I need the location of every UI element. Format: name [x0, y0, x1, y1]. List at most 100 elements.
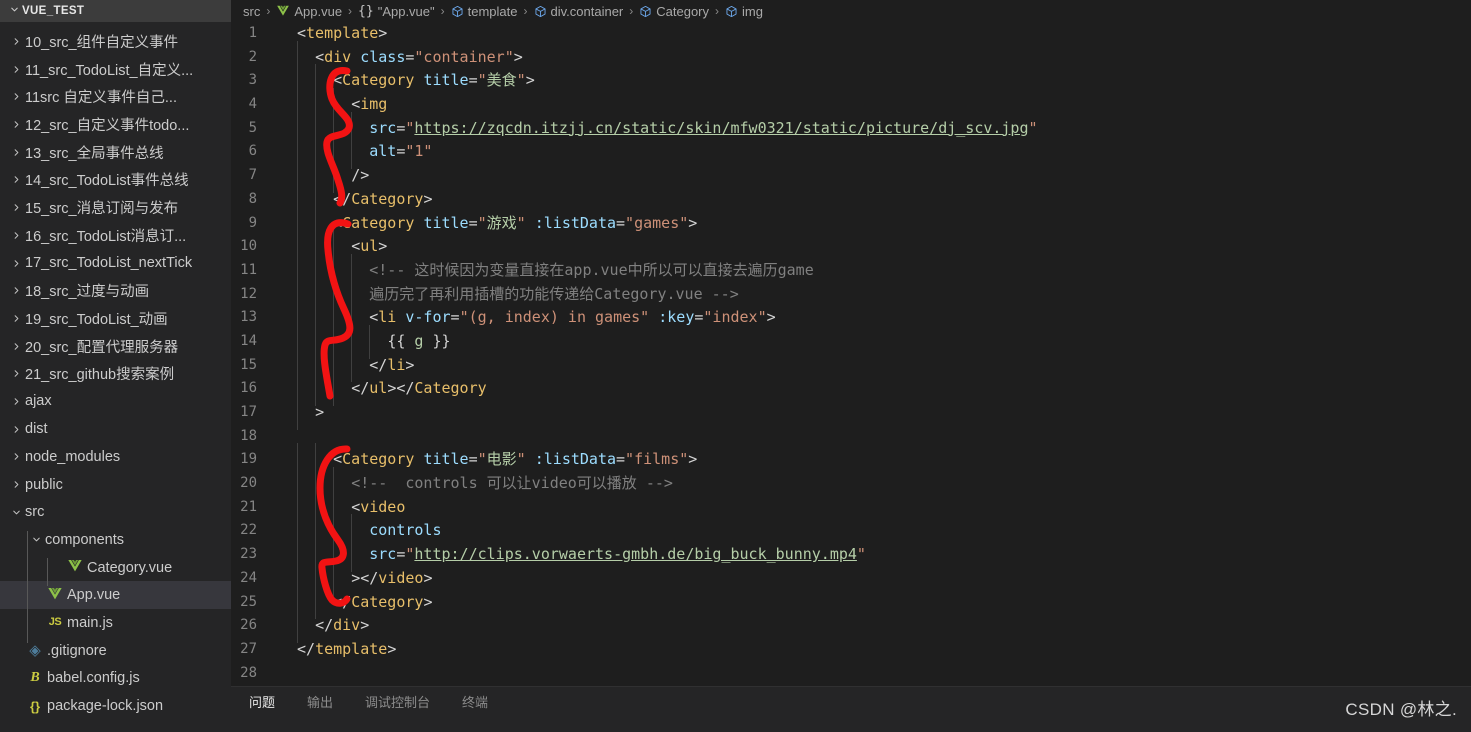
- code-line[interactable]: 10 <ul>: [231, 230, 1471, 264]
- breadcrumb-item[interactable]: App.vue: [276, 4, 342, 19]
- code-line[interactable]: 19 <Category title="电影" :listData="films…: [231, 443, 1471, 477]
- breadcrumb-label: src: [243, 3, 261, 19]
- chevron-right-icon[interactable]: [8, 285, 25, 296]
- line-number: 1: [248, 25, 257, 41]
- code-line[interactable]: 13 <li v-for="(g, index) in games" :key=…: [231, 301, 1471, 335]
- file-tree-row[interactable]: ◈ .gitignore: [0, 637, 231, 665]
- file-tree-label: babel.config.js: [47, 670, 140, 687]
- chevron-right-icon[interactable]: [8, 64, 25, 75]
- panel-tab[interactable]: 调试控制台: [363, 687, 432, 719]
- breadcrumb-item[interactable]: img: [725, 4, 763, 19]
- file-tree-row[interactable]: ajax: [0, 388, 231, 416]
- code-line[interactable]: 27 </template>: [231, 638, 1471, 662]
- code-line[interactable]: 3 <Category title="美食">: [231, 64, 1471, 98]
- file-tree-row[interactable]: Category.vue: [0, 554, 231, 582]
- file-tree-row[interactable]: 14_src_TodoList事件总线: [0, 166, 231, 194]
- file-tree-row[interactable]: 16_src_TodoList消息订...: [0, 222, 231, 250]
- code-line[interactable]: 14 {{ g }}: [231, 324, 1471, 359]
- code-line[interactable]: 23 src="http://clips.vorwaerts-gmbh.de/b…: [231, 538, 1471, 572]
- code-line[interactable]: 24 ></video>: [231, 561, 1471, 596]
- breadcrumb-item[interactable]: template: [451, 4, 518, 19]
- file-tree-row[interactable]: 11src 自定义事件自己...: [0, 83, 231, 111]
- file-tree-row[interactable]: {} package-lock.json: [0, 692, 231, 720]
- file-tree-row[interactable]: 11_src_TodoList_自定义...: [0, 55, 231, 83]
- chevron-right-icon[interactable]: [8, 368, 25, 379]
- breadcrumb-item[interactable]: Category: [639, 4, 709, 19]
- file-tree-row[interactable]: 19_src_TodoList_动画: [0, 305, 231, 333]
- code-line[interactable]: 20 <!-- controls 可以让video可以播放 -->: [231, 467, 1471, 501]
- line-number: 25: [240, 593, 257, 610]
- chevron-right-icon[interactable]: [8, 451, 25, 462]
- file-tree-row[interactable]: Bbabel.config.js: [0, 665, 231, 693]
- code-line[interactable]: 18: [231, 425, 1471, 449]
- chevron-right-icon[interactable]: [8, 396, 25, 407]
- code-line[interactable]: 4 <img: [231, 88, 1471, 122]
- code-line[interactable]: 22 controls: [231, 514, 1471, 548]
- code-line[interactable]: 2 <div class="container">: [231, 40, 1471, 75]
- line-number: 21: [240, 498, 257, 515]
- code-line[interactable]: 1 <template>: [231, 22, 1471, 46]
- file-tree-row[interactable]: public: [0, 471, 231, 499]
- code-line[interactable]: 9 <Category title="游戏" :listData="games"…: [231, 206, 1471, 240]
- breadcrumb-item[interactable]: src: [243, 4, 260, 19]
- breadcrumb-label: img: [742, 3, 763, 19]
- explorer-section-header[interactable]: VUE_TEST: [0, 0, 231, 22]
- panel-tab-list[interactable]: 问题 输出 调试控制台 终端: [231, 687, 518, 719]
- code-line[interactable]: 26 </div>: [231, 609, 1471, 643]
- file-tree-row[interactable]: dist: [0, 415, 231, 443]
- file-tree-row[interactable]: node_modules: [0, 443, 231, 471]
- chevron-right-icon[interactable]: [8, 424, 25, 435]
- file-tree-row[interactable]: 21_src_github搜索案例: [0, 360, 231, 388]
- chevron-down-icon[interactable]: [8, 507, 25, 518]
- chevron-right-icon[interactable]: [8, 202, 25, 213]
- file-tree[interactable]: 09TodoList本地存储10_src_组件自定义事件11_src_TodoL…: [0, 7, 231, 732]
- code-line[interactable]: 15 </li>: [231, 348, 1471, 382]
- chevron-right-icon[interactable]: [8, 174, 25, 185]
- breadcrumb-item[interactable]: {} "App.vue": [358, 4, 435, 19]
- code-line[interactable]: 5 src="https://zqcdn.itzjj.cn/static/ski…: [231, 111, 1471, 146]
- indent-guide: [333, 253, 351, 288]
- file-tree-row[interactable]: 18_src_过度与动画: [0, 277, 231, 305]
- file-tree-row[interactable]: src: [0, 498, 231, 526]
- code-line[interactable]: 16 </ul></Category: [231, 372, 1471, 406]
- code-line[interactable]: 28: [231, 662, 1471, 686]
- panel-tab[interactable]: 终端: [460, 687, 490, 719]
- chevron-right-icon[interactable]: [8, 36, 25, 47]
- file-tree-row[interactable]: 10_src_组件自定义事件: [0, 28, 231, 56]
- panel-tab[interactable]: 问题: [247, 687, 277, 719]
- chevron-right-icon[interactable]: [8, 91, 25, 102]
- chevron-right-icon[interactable]: [8, 258, 25, 269]
- chevron-right-icon[interactable]: [8, 479, 25, 490]
- file-tree-row[interactable]: JS main.js: [0, 609, 231, 637]
- code-editor[interactable]: 1 <template> 2 <div class="container"> 3 <C…: [231, 22, 1471, 686]
- code-line[interactable]: 6 alt="1": [231, 135, 1471, 169]
- file-tree-row[interactable]: 17_src_TodoList_nextTick: [0, 249, 231, 277]
- chevron-right-icon[interactable]: [8, 341, 25, 352]
- chevron-right-icon[interactable]: [8, 230, 25, 241]
- file-tree-row[interactable]: 15_src_消息订阅与发布: [0, 194, 231, 222]
- code-line[interactable]: 11 <!-- 这时候因为变量直接在app.vue中所以可以直接去遍历game: [231, 253, 1471, 288]
- file-tree-row[interactable]: components: [0, 526, 231, 554]
- breadcrumb[interactable]: src › App.vue › {} "App.vue" › template › div.con…: [231, 0, 1471, 22]
- code-line[interactable]: 17 >: [231, 396, 1471, 430]
- code-token: =: [468, 213, 478, 232]
- code-line-text: controls: [277, 514, 442, 548]
- file-tree-row[interactable]: 12_src_自定义事件todo...: [0, 111, 231, 139]
- file-tree-row[interactable]: 20_src_配置代理服务器: [0, 332, 231, 360]
- chevron-right-icon[interactable]: [8, 147, 25, 158]
- chevron-down-icon[interactable]: [28, 534, 45, 545]
- code-line[interactable]: 21 <video: [231, 490, 1471, 525]
- chevron-right-icon[interactable]: [8, 119, 25, 130]
- code-line[interactable]: 25 </Category>: [231, 585, 1471, 619]
- breadcrumb-item[interactable]: div.container: [534, 4, 623, 19]
- chevron-right-icon[interactable]: [8, 313, 25, 324]
- vscode-window: VUE_TEST 09TodoList本地存储10_src_组件自定义事件11_…: [0, 0, 1471, 732]
- code-line[interactable]: 8 </Category>: [231, 182, 1471, 217]
- code-line[interactable]: 12 遍历完了再利用插槽的功能传递给Category.vue -->: [231, 277, 1471, 311]
- file-tree-label: 10_src_组件自定义事件: [25, 35, 179, 52]
- code-line[interactable]: 7 />: [231, 159, 1471, 193]
- file-tree-row[interactable]: App.vue: [0, 581, 231, 610]
- file-tree-row[interactable]: 13_src_全局事件总线: [0, 138, 231, 166]
- panel-tab[interactable]: 输出: [305, 687, 335, 719]
- line-number: 19: [240, 451, 257, 468]
